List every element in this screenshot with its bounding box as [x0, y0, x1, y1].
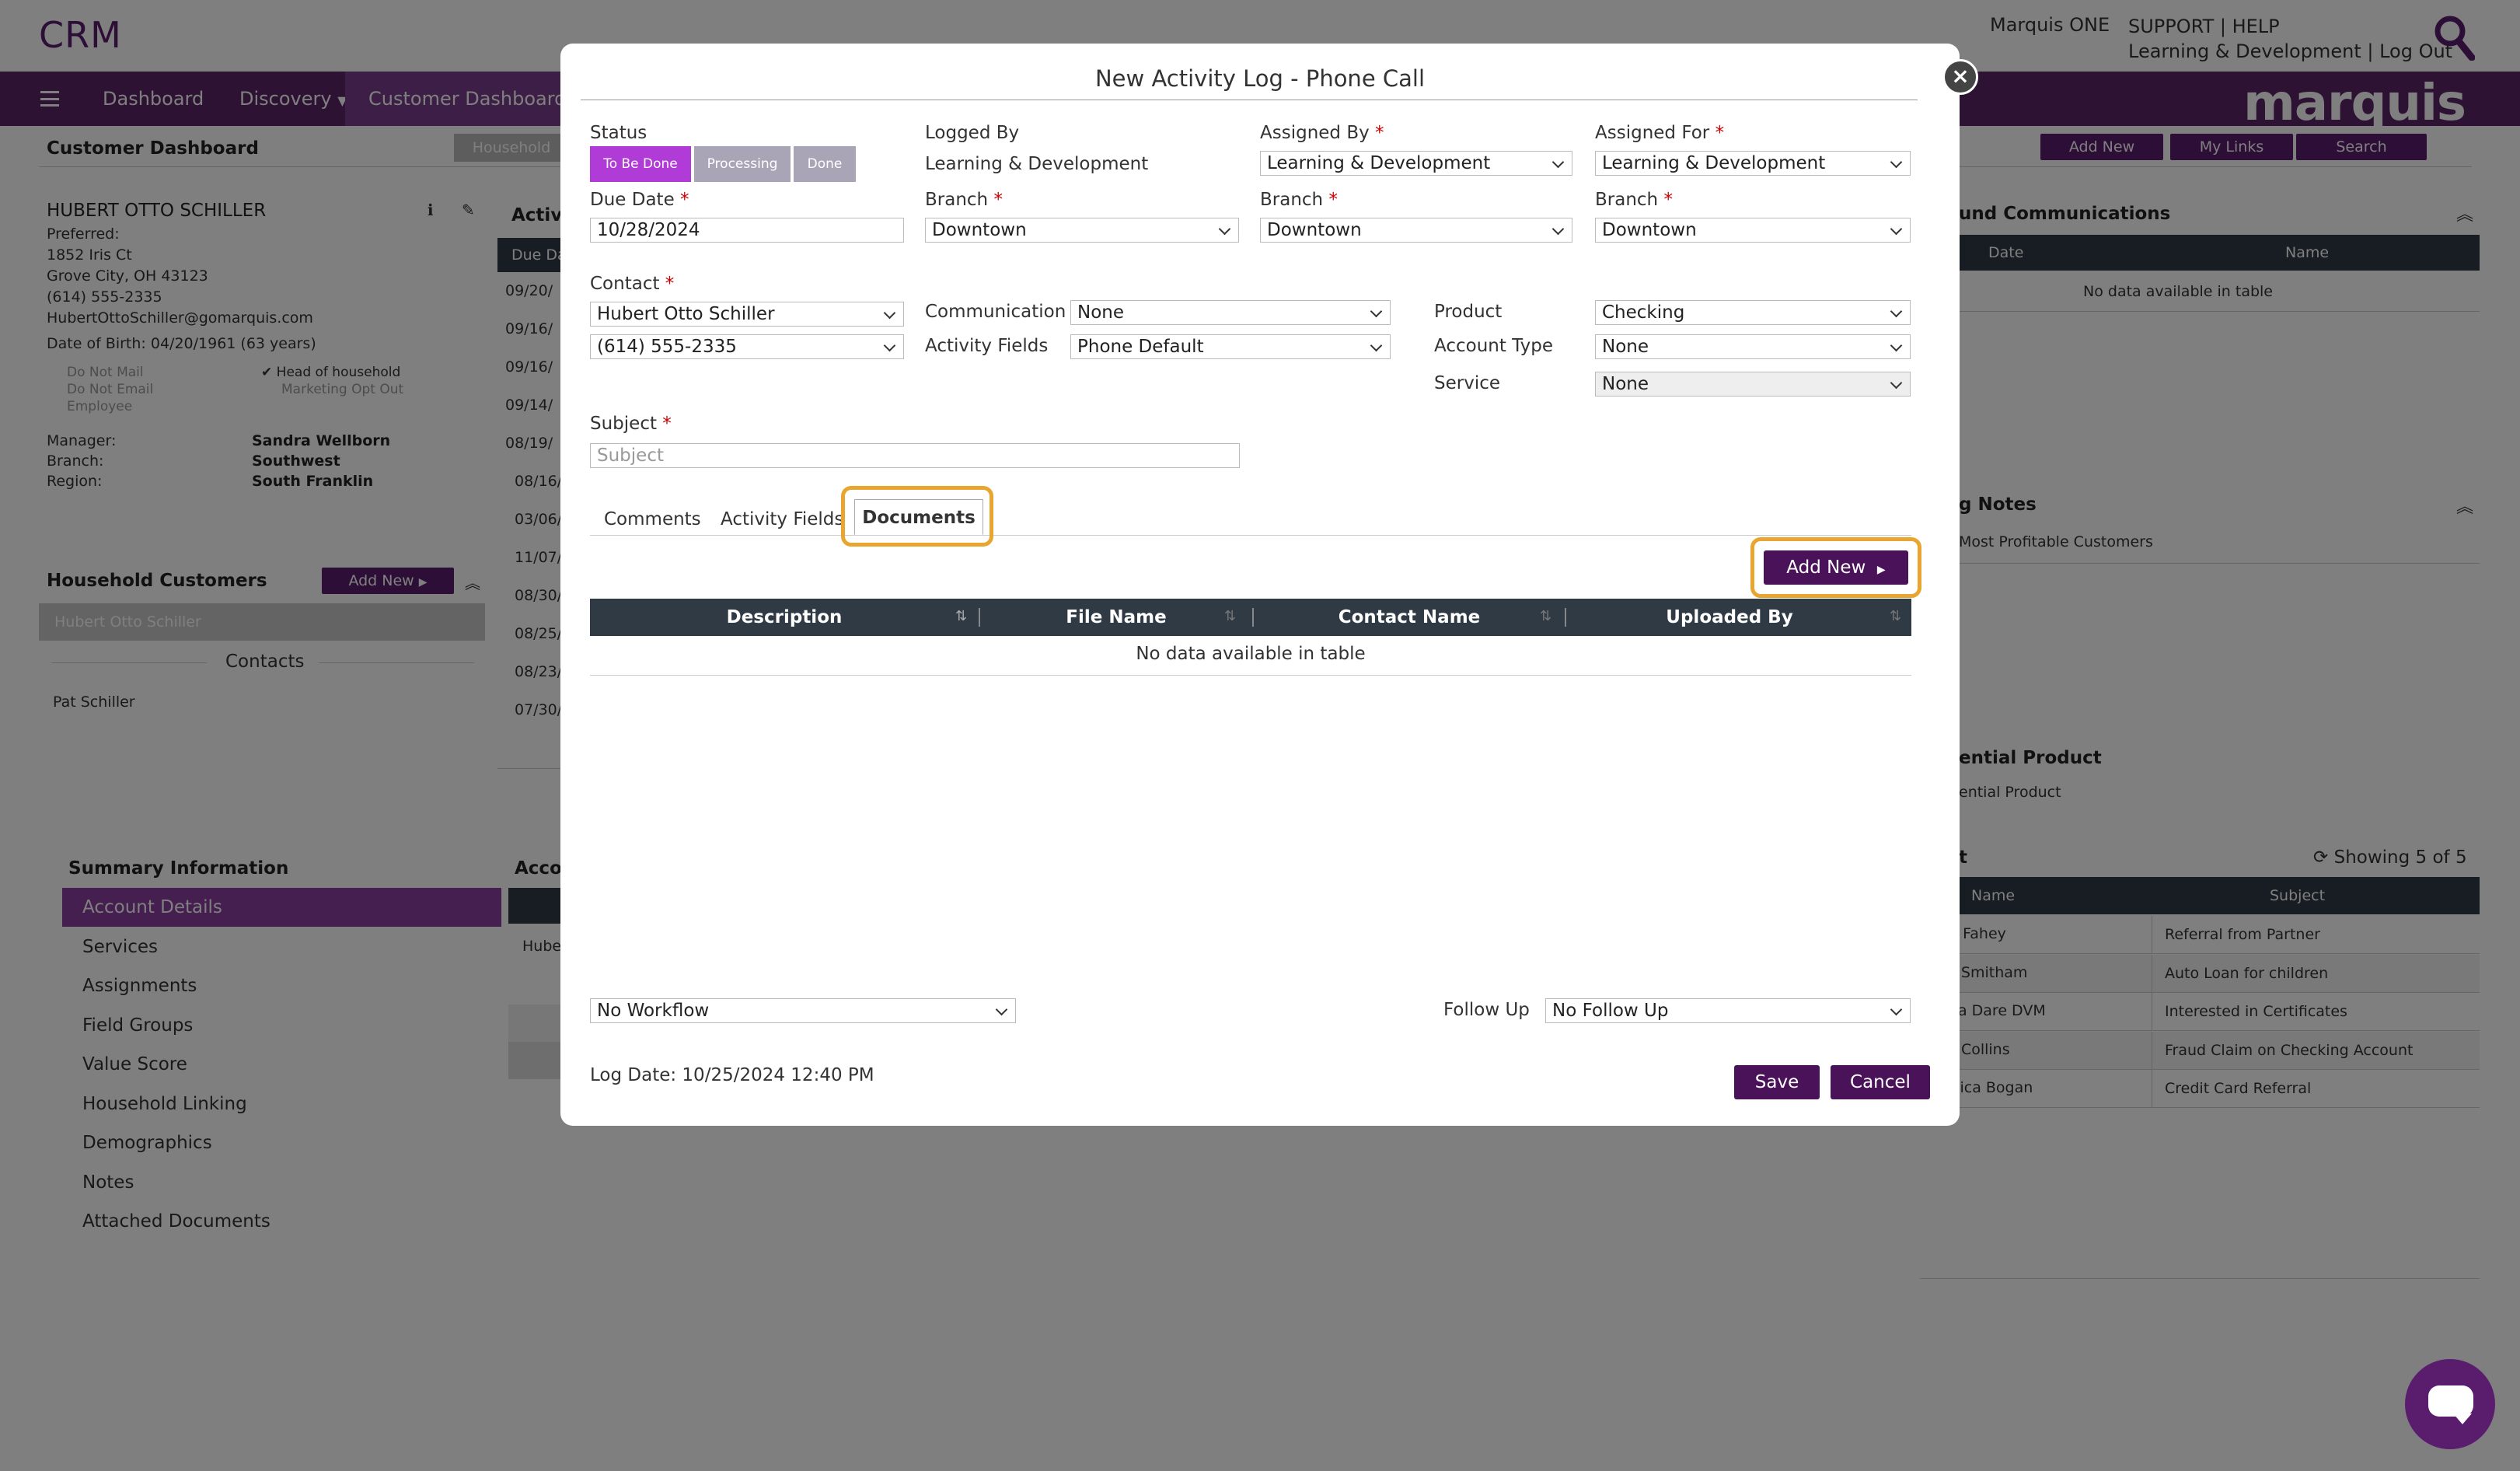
logged-by-value: Learning & Development	[925, 154, 1149, 174]
product-label: Product	[1434, 302, 1503, 322]
service-label: Service	[1434, 373, 1501, 393]
caret-right-icon: ▶	[1876, 564, 1886, 576]
due-date-input[interactable]: 10/28/2024	[590, 218, 904, 243]
sort-asc-icon[interactable]: ⇅	[955, 608, 967, 624]
subject-input[interactable]: Subject	[590, 443, 1240, 468]
branch-assigned-for-select[interactable]: Downtown	[1595, 218, 1911, 243]
documents-empty-message: No data available in table	[1136, 644, 1366, 664]
activity-fields-select[interactable]: Phone Default	[1070, 334, 1391, 359]
due-date-label: Due Date	[590, 190, 675, 210]
contact-phone-select[interactable]: (614) 555-2335	[590, 334, 904, 359]
sort-icon[interactable]: ⇅	[1224, 608, 1236, 624]
col-file-name[interactable]: File Name	[980, 599, 1252, 636]
col-description[interactable]: Description	[590, 599, 979, 636]
status-done-button[interactable]: Done	[794, 146, 856, 182]
activity-fields-label: Activity Fields	[925, 336, 1049, 356]
sort-icon[interactable]: ⇅	[1890, 608, 1901, 624]
log-date: Log Date: 10/25/2024 12:40 PM	[590, 1065, 874, 1085]
product-select[interactable]: Checking	[1595, 300, 1911, 325]
status-label: Status	[590, 123, 647, 143]
account-type-label: Account Type	[1434, 336, 1554, 356]
documents-table-header: Description File Name Contact Name Uploa…	[590, 599, 1911, 636]
activity-log-modal: New Activity Log - Phone Call × Status T…	[560, 44, 1978, 1126]
assigned-by-label: Assigned By	[1260, 123, 1370, 143]
service-select[interactable]: None	[1595, 372, 1911, 397]
chat-bubble-icon	[2428, 1385, 2473, 1417]
logged-by-label: Logged By	[925, 123, 1020, 143]
status-to-be-done-button[interactable]: To Be Done	[590, 146, 691, 182]
status-processing-button[interactable]: Processing	[694, 146, 791, 182]
follow-up-select[interactable]: No Follow Up	[1545, 998, 1911, 1023]
cancel-button[interactable]: Cancel	[1831, 1065, 1930, 1099]
save-button[interactable]: Save	[1734, 1065, 1820, 1099]
branch-assigned-by-select[interactable]: Downtown	[1260, 218, 1572, 243]
chat-button[interactable]	[2405, 1359, 2495, 1449]
col-uploaded-by[interactable]: Uploaded By	[1566, 599, 1893, 636]
branch-label-assigned-for: Branch	[1595, 190, 1659, 210]
branch-logged-select[interactable]: Downtown	[925, 218, 1239, 243]
assigned-by-select[interactable]: Learning & Development	[1260, 151, 1572, 176]
tab-documents[interactable]: Documents	[854, 499, 983, 535]
branch-label-logged: Branch	[925, 190, 989, 210]
subject-label: Subject	[590, 414, 657, 434]
documents-add-new-button[interactable]: Add New ▶	[1764, 550, 1908, 585]
assigned-for-label: Assigned For	[1595, 123, 1710, 143]
workflow-select[interactable]: No Workflow	[590, 998, 1016, 1023]
assigned-for-select[interactable]: Learning & Development	[1595, 151, 1911, 176]
account-type-select[interactable]: None	[1595, 334, 1911, 359]
communication-select[interactable]: None	[1070, 300, 1391, 325]
branch-label-assigned-by: Branch	[1260, 190, 1324, 210]
col-contact-name[interactable]: Contact Name	[1254, 599, 1565, 636]
follow-up-label: Follow Up	[1443, 1000, 1530, 1020]
modal-title: New Activity Log - Phone Call	[1094, 65, 1426, 92]
contact-label: Contact	[590, 274, 660, 294]
contact-select[interactable]: Hubert Otto Schiller	[590, 302, 904, 327]
sort-icon[interactable]: ⇅	[1540, 608, 1551, 624]
tab-comments[interactable]: Comments	[596, 504, 709, 535]
communication-label: Communication	[925, 302, 1066, 322]
tab-activity-fields[interactable]: Activity Fields	[713, 504, 851, 535]
close-icon[interactable]: ×	[1942, 59, 1978, 95]
